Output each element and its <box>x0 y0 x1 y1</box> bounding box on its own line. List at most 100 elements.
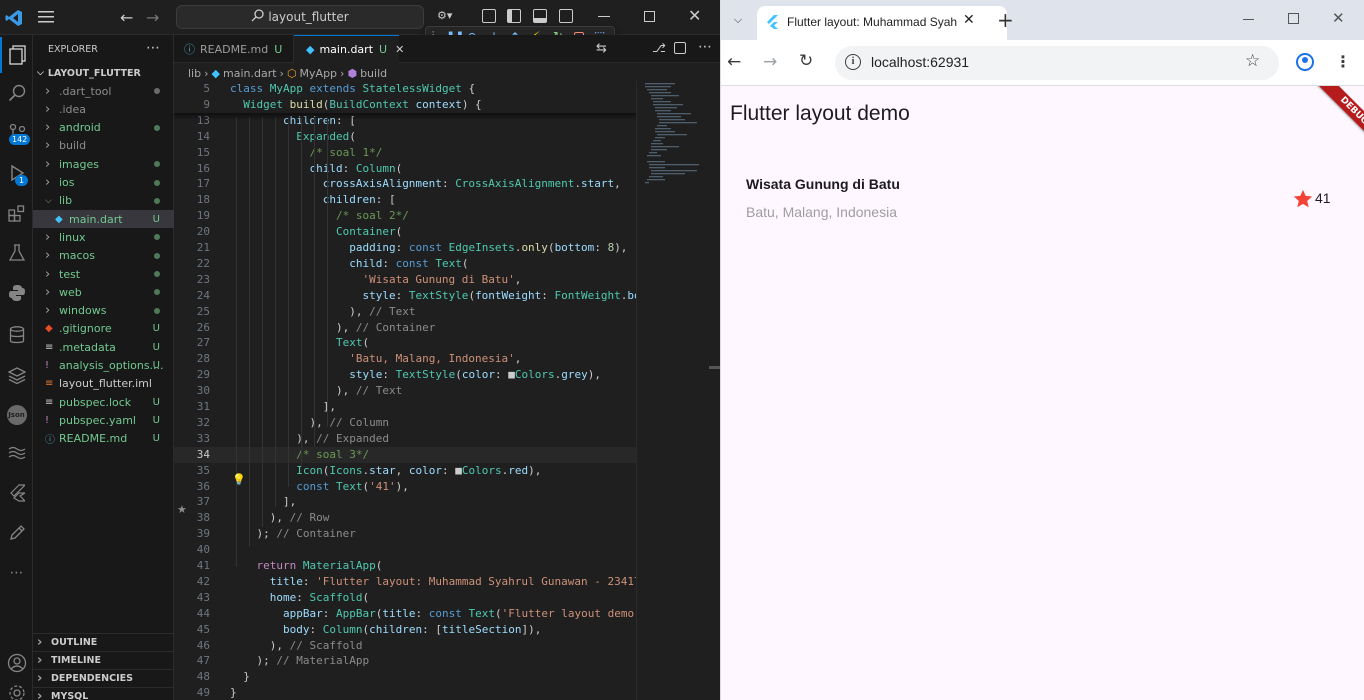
tab-readme[interactable]: ⓘ README.md U <box>174 35 294 63</box>
sidebar-section-header[interactable]: › DEPENDENCIES <box>33 669 174 687</box>
new-tab-icon[interactable]: + <box>997 8 1014 32</box>
window-minimize-icon[interactable] <box>1243 19 1254 20</box>
tree-item[interactable]: › linux <box>33 228 174 246</box>
tree-item[interactable]: › web <box>33 283 174 301</box>
tree-item-label: build <box>59 139 87 153</box>
json-icon[interactable]: Json <box>0 397 33 433</box>
forward-arrow-icon[interactable]: → <box>146 8 164 27</box>
source-control-icon[interactable]: 142 <box>0 115 33 151</box>
git-status-untracked: U <box>152 414 160 426</box>
sidebar-section-header[interactable]: › MYSQL <box>33 687 174 700</box>
toggle-secondary-sidebar-icon[interactable] <box>559 9 573 23</box>
tree-item[interactable]: ≡ .metadata U <box>33 338 174 356</box>
toggle-panel-icon[interactable] <box>533 9 547 23</box>
chrome-menu-icon[interactable]: ⋮ <box>1335 52 1351 71</box>
tree-item[interactable]: › .idea <box>33 100 174 118</box>
address-bar[interactable]: i localhost:62931 ☆ <box>835 46 1279 80</box>
back-icon[interactable]: ← <box>727 52 741 72</box>
line-number: 18 <box>196 193 210 207</box>
database-icon[interactable] <box>0 317 33 353</box>
copilot-icon[interactable]: ⚙▾ <box>437 9 465 25</box>
tree-item[interactable]: › windows <box>33 302 174 320</box>
minimize-icon[interactable] <box>598 16 610 17</box>
breadcrumb-item[interactable]: build <box>360 67 387 80</box>
code-editor[interactable]: 5 class MyApp extends StatelessWidget {9 … <box>174 81 636 700</box>
toggle-sidebar-icon[interactable] <box>507 9 521 23</box>
tab-main-dart[interactable]: ◆ main.dart U ✕ <box>294 35 404 63</box>
section-label: OUTLINE <box>51 637 98 648</box>
extensions-icon[interactable] <box>0 195 33 231</box>
tree-item-label: ios <box>59 176 75 189</box>
code-text: body: Column(children: [titleSection]), <box>230 622 541 638</box>
code-token: // Column <box>329 415 389 429</box>
tree-item[interactable]: ◆ main.dart U <box>33 210 174 229</box>
tree-item[interactable]: ! analysis_options.... U <box>33 357 174 375</box>
flutter-icon[interactable] <box>0 475 33 511</box>
code-text: ), // Row <box>230 510 330 526</box>
code-token: fontWeight <box>475 288 542 302</box>
tree-item[interactable]: › ios <box>33 174 174 192</box>
sidebar-section-header[interactable]: › TIMELINE <box>33 651 174 669</box>
tree-item[interactable]: › macos <box>33 247 174 265</box>
tree-item[interactable]: ≡ pubspec.lock U <box>33 393 174 411</box>
command-center-search[interactable]: layout_flutter <box>176 5 424 29</box>
run-debug-icon[interactable]: 1 <box>0 155 33 191</box>
wave-icon[interactable] <box>0 435 33 471</box>
project-header[interactable]: ⌵ LAYOUT_FLUTTER <box>33 64 174 82</box>
minimap-scroll-thumb[interactable] <box>709 366 720 369</box>
run-file-icon[interactable]: ⎇ <box>652 41 666 55</box>
line-number: 26 <box>196 320 210 334</box>
lightbulb-icon[interactable]: 💡 <box>232 473 246 486</box>
back-arrow-icon[interactable]: ← <box>120 8 138 27</box>
chevron-right-icon: › <box>45 175 51 190</box>
indent-guide <box>301 117 302 467</box>
window-maximize-icon[interactable] <box>1288 13 1299 24</box>
split-editor-icon[interactable] <box>674 42 686 54</box>
explorer-icon[interactable] <box>0 37 33 73</box>
breadcrumb-item[interactable]: MyApp <box>300 67 338 80</box>
explorer-more-icon[interactable]: ⋯ <box>146 40 160 56</box>
profile-icon[interactable] <box>1296 53 1314 71</box>
testing-flask-icon[interactable] <box>0 235 33 271</box>
breadcrumb-item[interactable]: main.dart <box>223 67 277 80</box>
site-info-icon[interactable]: i <box>845 54 861 70</box>
breadcrumb-item[interactable]: lib <box>188 67 201 80</box>
window-close-icon[interactable]: ✕ <box>1332 9 1345 27</box>
editor-more-icon[interactable]: ⋯ <box>698 39 712 55</box>
tree-item[interactable]: › build <box>33 137 174 155</box>
tab-search-chevron-icon[interactable]: ⌵ <box>727 9 749 31</box>
bookmark-star-icon[interactable]: ☆ <box>1245 51 1260 71</box>
tree-item[interactable]: › images <box>33 155 174 173</box>
tree-item[interactable]: › test <box>33 265 174 283</box>
close-icon[interactable]: ✕ <box>688 6 701 25</box>
tab-close-icon[interactable]: ✕ <box>963 12 975 28</box>
tree-item[interactable]: › android <box>33 119 174 137</box>
tree-item-label: .idea <box>59 102 87 116</box>
chevron-right-icon: › <box>45 303 51 319</box>
git-compare-icon[interactable]: ⇆ <box>596 41 607 56</box>
settings-gear-icon[interactable] <box>0 675 33 700</box>
tree-item[interactable]: ! pubspec.yaml U <box>33 411 174 429</box>
tab-close-icon[interactable]: ✕ <box>395 43 404 56</box>
code-text: ], <box>230 494 296 510</box>
python-icon[interactable] <box>0 275 33 311</box>
sidebar-section-header[interactable]: › OUTLINE <box>33 633 174 651</box>
tree-item[interactable]: › .dart_tool <box>33 82 174 100</box>
tree-item[interactable]: ⌵ lib <box>33 192 174 210</box>
tree-item[interactable]: ⓘ README.md U <box>33 430 174 448</box>
edit-pen-icon[interactable] <box>0 515 33 551</box>
browser-tab[interactable]: Flutter layout: Muhammad Syah ✕ <box>757 6 1007 40</box>
tree-item[interactable]: ≡ layout_flutter.iml <box>33 375 174 393</box>
menu-icon[interactable] <box>38 10 54 24</box>
more-icon[interactable]: ⋯ <box>0 555 33 591</box>
layout-customize-icon[interactable] <box>482 9 496 23</box>
flutter-favicon-icon <box>767 15 779 32</box>
title-section: Wisata Gunung di Batu Batu, Malang, Indo… <box>721 144 1364 238</box>
minimap[interactable] <box>636 81 720 700</box>
reload-icon[interactable]: ↻ <box>799 51 813 71</box>
tree-item[interactable]: ◆ .gitignore U <box>33 320 174 338</box>
layers-icon[interactable] <box>0 357 33 393</box>
forward-icon[interactable]: → <box>763 52 777 72</box>
maximize-icon[interactable] <box>644 11 655 22</box>
search-view-icon[interactable] <box>0 75 33 111</box>
